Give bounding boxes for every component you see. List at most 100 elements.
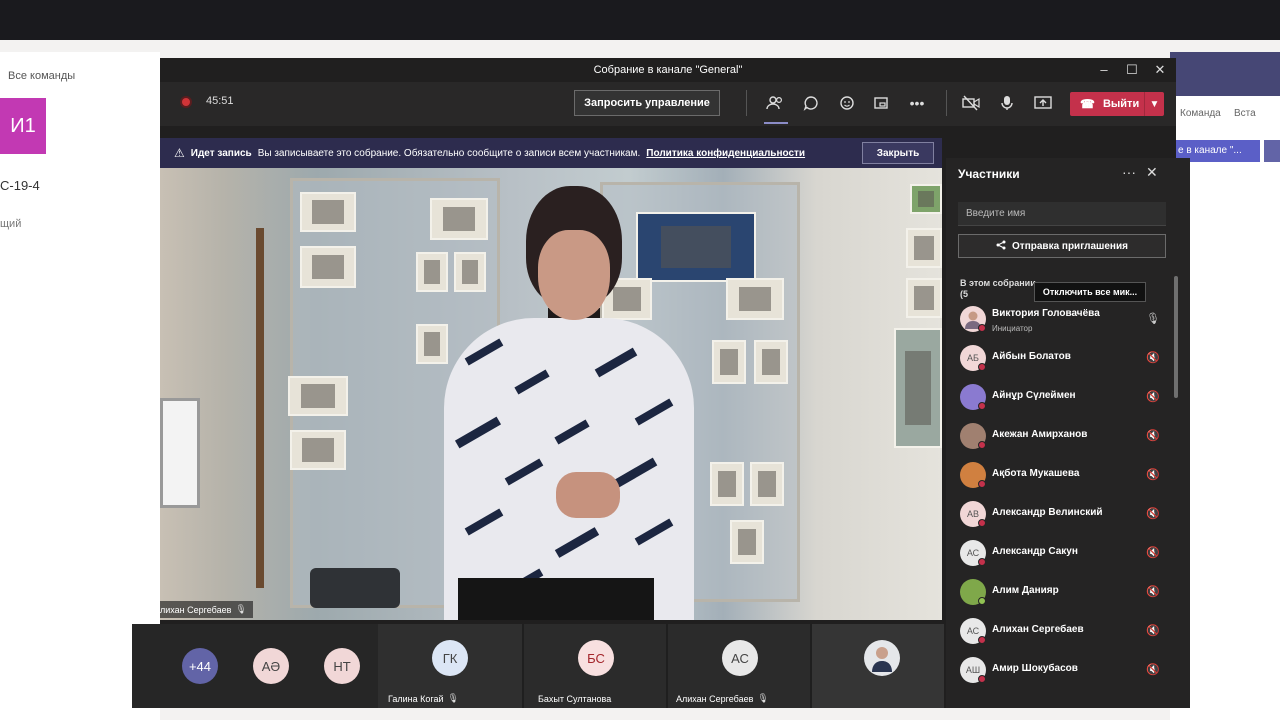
participant-avatar[interactable]: НТ: [324, 648, 360, 684]
more-options-icon[interactable]: •••: [906, 92, 928, 114]
channel-general-label[interactable]: щий: [0, 218, 21, 230]
send-invite-button[interactable]: Отправка приглашения: [958, 234, 1166, 258]
exhibit-photo: [906, 278, 942, 318]
participant-photo-avatar: [864, 640, 900, 676]
request-control-button[interactable]: Запросить управление: [574, 90, 720, 116]
send-invite-label: Отправка приглашения: [1012, 240, 1128, 252]
leave-button[interactable]: ☎ Выйти ▼: [1070, 92, 1164, 116]
exhibit-photo: [754, 340, 788, 384]
mic-off-icon[interactable]: 🔇: [1146, 429, 1160, 442]
exhibit-typewriter: [310, 568, 400, 608]
participant-row[interactable]: Айнұр Сүлеймен 🔇: [960, 382, 1160, 412]
participant-row[interactable]: АВ Александр Велинский 🔇: [960, 499, 1160, 529]
exhibit-photo: [300, 192, 356, 232]
team-command[interactable]: Команда: [1180, 108, 1221, 119]
participant-avatar: ГК: [432, 640, 468, 676]
avatar-initials: АС: [731, 650, 749, 666]
microphone-icon[interactable]: 🎙: [1146, 312, 1160, 325]
participant-name: Айбын Болатов: [992, 351, 1071, 362]
team-name[interactable]: С-19-4: [0, 178, 40, 193]
participant-row[interactable]: АС Александр Сакун 🔇: [960, 538, 1160, 568]
recording-banner: ⚠ Идет запись Вы записываете это собрани…: [160, 138, 942, 168]
exhibit-rifle: [256, 228, 264, 588]
participant-tile[interactable]: ГК Галина Когай 🎙: [378, 624, 522, 708]
mic-off-icon[interactable]: 🔇: [1146, 468, 1160, 481]
participant-name: Бахыт Султанова: [538, 694, 612, 704]
camera-off-icon[interactable]: [960, 92, 982, 114]
participant-row[interactable]: Алим Данияр 🔇: [960, 577, 1160, 607]
in-meeting-section-label[interactable]: В этом собрании (5: [960, 278, 1040, 300]
status-badge: [978, 402, 986, 410]
rooms-icon[interactable]: [870, 92, 892, 114]
window-title: Собрание в канале "General": [593, 64, 743, 76]
minimize-icon[interactable]: –: [1096, 62, 1112, 78]
participant-tile[interactable]: [812, 624, 944, 708]
status-badge: [978, 363, 986, 371]
maximize-icon[interactable]: ☐: [1124, 62, 1140, 78]
participant-row[interactable]: Ақбота Мукашева 🔇: [960, 460, 1160, 490]
team-tile[interactable]: И1: [0, 98, 46, 154]
participant-name: Галина Когай: [388, 693, 444, 704]
participant-row[interactable]: АШ Амир Шокубасов 🔇: [960, 655, 1160, 685]
mic-off-icon[interactable]: 🔇: [1146, 585, 1160, 598]
panel-title: Участники: [958, 167, 1020, 181]
participant-row[interactable]: Виктория Головачёва Инициатор 🎙: [960, 304, 1160, 334]
participant-row[interactable]: АБ Айбын Болатов 🔇: [960, 343, 1160, 373]
chevron-down-icon[interactable]: ▼: [1144, 92, 1164, 116]
participant-name: Виктория Головачёва: [992, 308, 1100, 319]
more-participants-avatar[interactable]: +44: [182, 648, 218, 684]
exhibit-photo: [906, 228, 942, 268]
participant-row[interactable]: АС Алихан Сергебаев 🔇: [960, 616, 1160, 646]
panel-scrollbar[interactable]: [1174, 276, 1178, 398]
mic-off-icon[interactable]: 🔇: [1146, 507, 1160, 520]
exhibit-photo: [894, 328, 942, 448]
avatar-initials: АӘ: [261, 658, 281, 674]
mic-off-icon[interactable]: 🔇: [1146, 624, 1160, 637]
video-participant-name: Алихан Сергебаев: [160, 604, 232, 615]
toolbar-divider: [746, 90, 747, 116]
participant-avatar: БС: [578, 640, 614, 676]
chat-icon[interactable]: [800, 92, 822, 114]
mic-off-icon[interactable]: 🔇: [1146, 390, 1160, 403]
close-window-icon[interactable]: ✕: [1152, 62, 1168, 78]
participants-icon[interactable]: [764, 92, 786, 114]
avatar-initials: БС: [587, 650, 605, 666]
status-badge: [978, 597, 986, 605]
name-search-input[interactable]: [958, 202, 1166, 226]
participant-tile[interactable]: АС Алихан Сергебаев 🎙: [668, 624, 810, 708]
reactions-icon[interactable]: [836, 92, 858, 114]
participant-row[interactable]: Акежан Амирханов 🔇: [960, 421, 1160, 451]
tile-label: Алихан Сергебаев 🎙: [676, 693, 769, 704]
speaker-skirt: [458, 578, 654, 620]
banner-close-button[interactable]: Закрыть: [862, 142, 934, 164]
mic-off-icon[interactable]: 🔇: [1146, 546, 1160, 559]
share-screen-icon[interactable]: [1032, 92, 1054, 114]
microphone-icon[interactable]: [996, 92, 1018, 114]
exhibit-photo: [290, 430, 346, 470]
avatar-initials: ГК: [442, 650, 458, 666]
hang-up-icon: ☎: [1080, 97, 1095, 111]
participant-strip: +44 АӘ НТ ГК Галина Когай 🎙 БС Бахыт Сул…: [132, 624, 944, 708]
privacy-policy-link[interactable]: Политика конфиденциальности: [646, 148, 805, 159]
more-options-icon[interactable]: ···: [1122, 164, 1136, 180]
mic-off-icon[interactable]: 🔇: [1146, 351, 1160, 364]
mic-off-icon[interactable]: 🔇: [1146, 663, 1160, 676]
tile-label: Галина Когай 🎙: [388, 693, 459, 704]
close-icon[interactable]: ✕: [1146, 164, 1158, 181]
mute-all-button[interactable]: Отключить все мик...: [1034, 282, 1146, 302]
status-badge: [978, 636, 986, 644]
recording-indicator-icon: [180, 96, 192, 108]
main-video[interactable]: Алихан Сергебаев 🎙: [160, 168, 942, 620]
mic-off-icon: 🎙: [757, 693, 769, 703]
strip-group-tile: +44 АӘ НТ: [132, 624, 378, 708]
participant-avatar: АС: [722, 640, 758, 676]
participant-name: Алихан Сергебаев: [992, 624, 1084, 635]
warning-icon: ⚠: [174, 146, 185, 160]
participant-tile[interactable]: БС Бахыт Султанова: [524, 624, 666, 708]
participant-avatar[interactable]: АӘ: [253, 648, 289, 684]
participant-name: Александр Сакун: [992, 546, 1078, 557]
join-button[interactable]: [1264, 140, 1280, 162]
all-teams-link[interactable]: Все команды: [8, 70, 75, 82]
status-badge: [978, 558, 986, 566]
insert-command[interactable]: Вста: [1234, 108, 1256, 119]
